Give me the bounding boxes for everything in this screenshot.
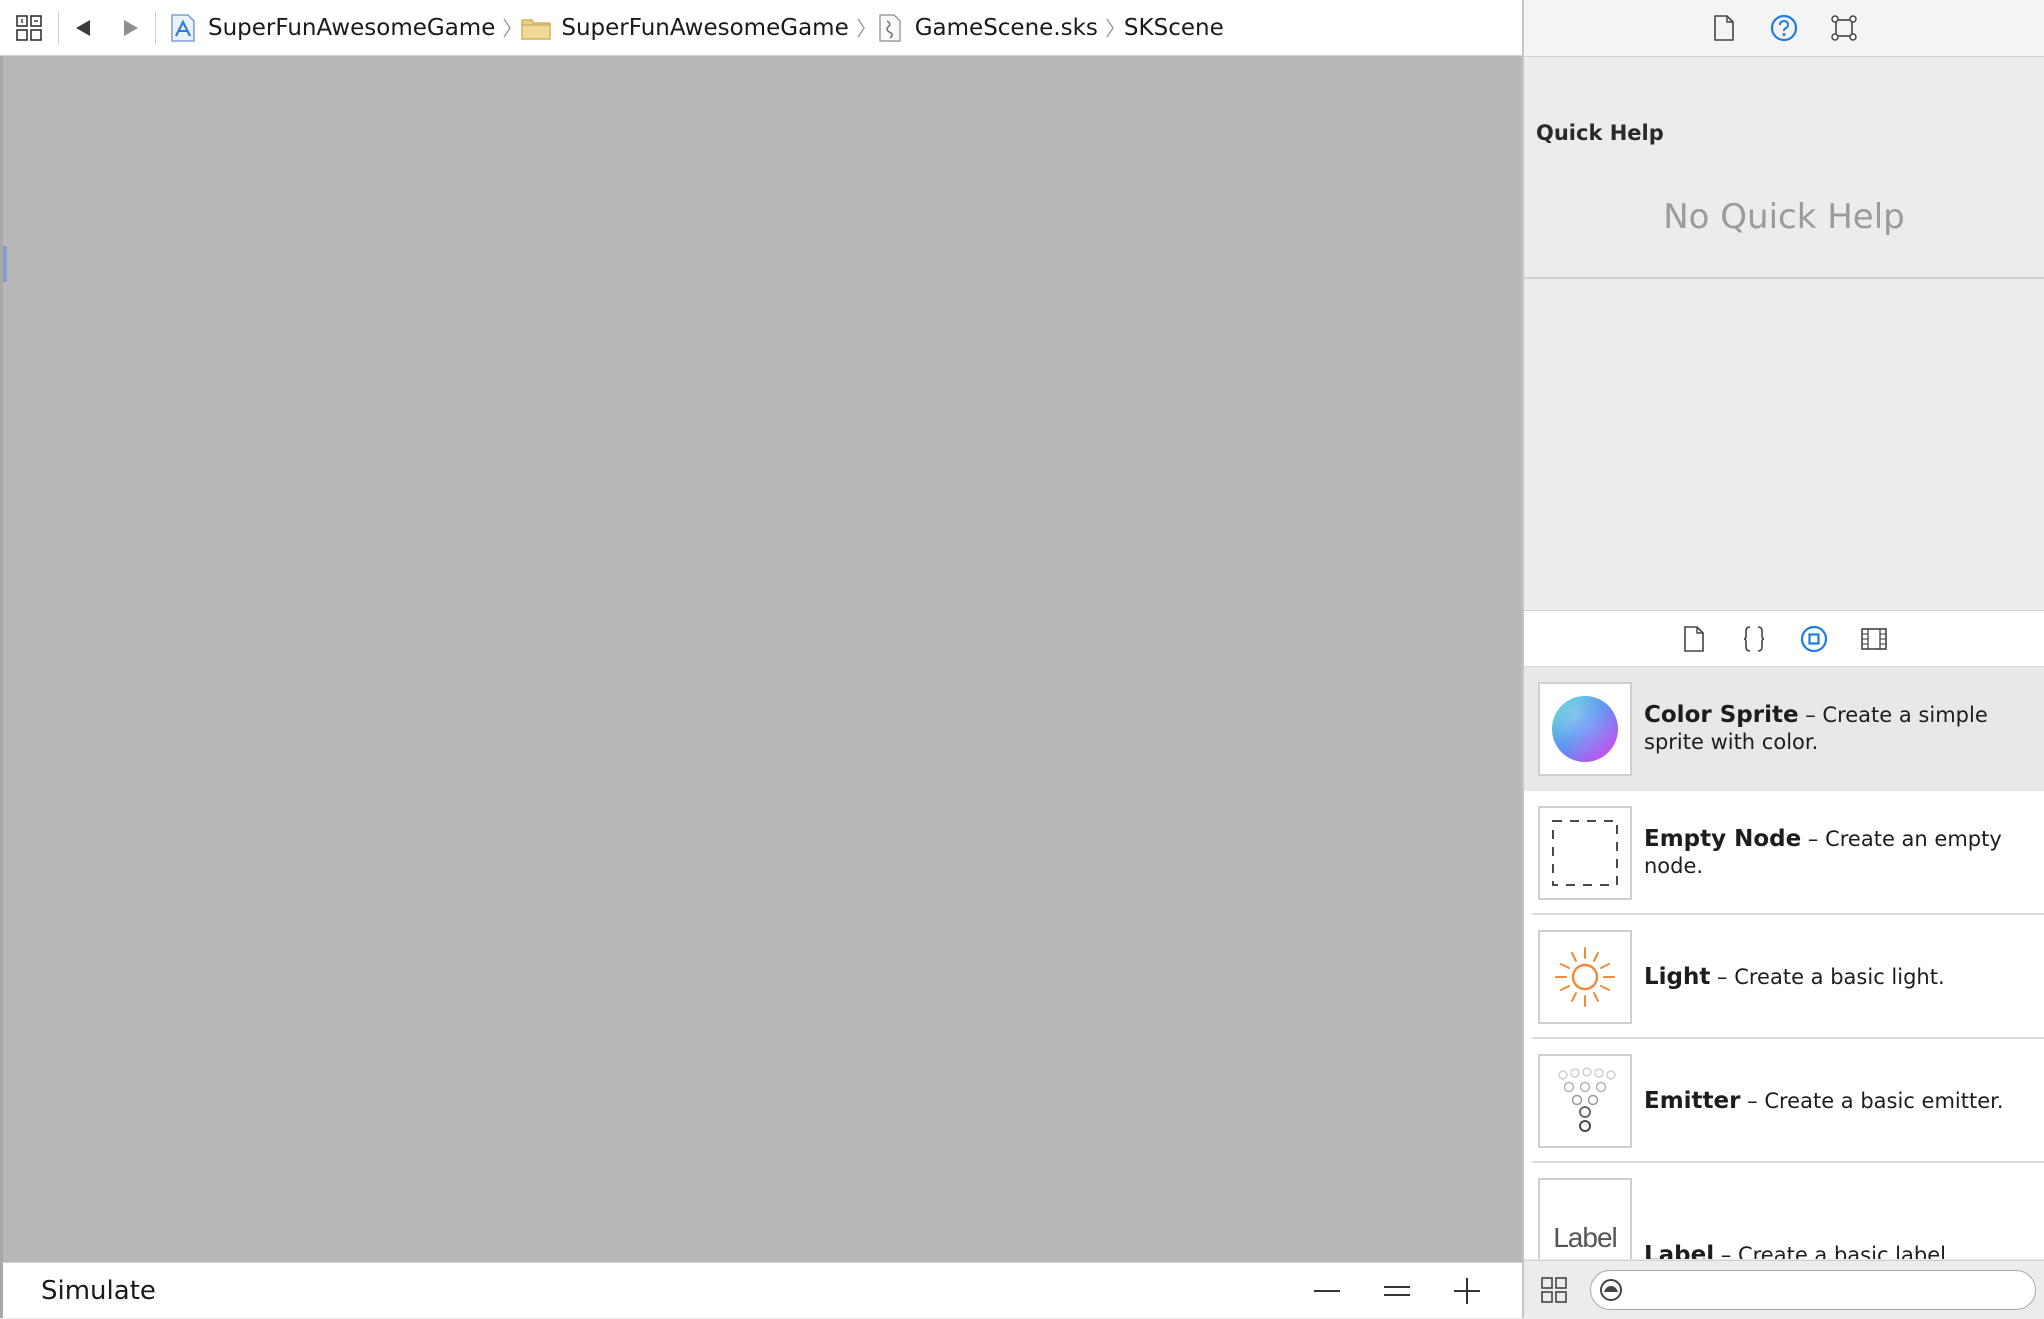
xcode-project-icon — [168, 13, 198, 43]
filter-icon — [1600, 1278, 1622, 1301]
quick-help-empty-message: No Quick Help — [1663, 197, 1905, 237]
back-button[interactable] — [59, 0, 107, 56]
library-item-text: Light – Create a basic light. — [1644, 964, 1975, 991]
file-inspector-button[interactable] — [1710, 14, 1738, 42]
chevron-right-icon — [1106, 17, 1114, 39]
scene-canvas[interactable] — [0, 56, 1522, 1262]
breadcrumb-project[interactable]: SuperFunAwesomeGame — [168, 0, 521, 56]
library-item-label[interactable]: Label Label – Create a basic label. — [1524, 1163, 2044, 1259]
inspector-selector-bar — [1524, 0, 2044, 57]
color-sprite-icon — [1552, 696, 1618, 762]
library-item-text: Empty Node – Create an empty node. — [1644, 826, 2044, 880]
object-library-list: Color Sprite – Create a simple sprite wi… — [1524, 667, 2044, 1259]
back-arrow-icon — [76, 19, 90, 36]
color-sprite-thumbnail — [1538, 682, 1632, 776]
chevron-right-icon — [857, 17, 865, 39]
quick-help-inspector-button[interactable] — [1770, 14, 1798, 42]
utilities-panel: Quick Help No Quick Help Color Sprite – … — [1524, 0, 2044, 1318]
breadcrumb-label: SKScene — [1123, 14, 1224, 41]
zoom-controls — [1292, 1263, 1502, 1319]
object-library-icon — [1800, 625, 1828, 652]
related-items-grid-icon — [16, 14, 42, 41]
code-snippet-library-tab[interactable] — [1740, 625, 1768, 653]
library-item-name: Emitter — [1644, 1087, 1741, 1114]
library-item-color-sprite[interactable]: Color Sprite – Create a simple sprite wi… — [1524, 667, 2044, 791]
light-thumbnail — [1538, 930, 1632, 1024]
related-items-button[interactable] — [0, 0, 58, 56]
emitter-thumbnail — [1538, 1054, 1632, 1148]
zoom-out-button[interactable] — [1292, 1263, 1362, 1319]
quick-help-title: Quick Help — [1536, 121, 1664, 145]
library-item-emitter[interactable]: Emitter – Create a basic emitter. — [1524, 1039, 2044, 1163]
file-icon — [1714, 15, 1734, 41]
library-item-description: – Create a basic emitter. — [1740, 1088, 2004, 1113]
breadcrumb-group[interactable]: SuperFunAwesomeGame — [521, 0, 874, 56]
breadcrumb-label: SuperFunAwesomeGame — [208, 14, 496, 41]
library-selector-bar — [1524, 611, 2044, 667]
light-icon — [1555, 947, 1615, 1007]
file-template-icon — [1684, 625, 1704, 652]
jump-bar: SuperFunAwesomeGame SuperFunAwesomeGame — [0, 0, 1522, 56]
media-library-tab[interactable] — [1860, 625, 1888, 653]
media-film-icon — [1861, 627, 1887, 650]
help-circle-icon — [1770, 14, 1798, 42]
library-item-empty-node[interactable]: Empty Node – Create an empty node. — [1524, 791, 2044, 915]
object-library-tab[interactable] — [1800, 625, 1828, 653]
scene-editor: SuperFunAwesomeGame SuperFunAwesomeGame — [0, 0, 1524, 1318]
toolbar-separator — [155, 10, 156, 45]
library-view-mode-button[interactable] — [1528, 1276, 1580, 1303]
node-inspector-button[interactable] — [1830, 14, 1858, 42]
library-item-text: Emitter – Create a basic emitter. — [1644, 1088, 2034, 1115]
empty-node-thumbnail — [1538, 806, 1632, 900]
grid-view-icon — [1541, 1276, 1567, 1303]
library-item-description: – Create a basic light. — [1710, 964, 1945, 989]
curly-braces-icon — [1743, 625, 1765, 652]
simulate-button[interactable]: Simulate — [41, 1276, 156, 1306]
folder-icon — [521, 13, 551, 43]
breadcrumb-scene[interactable]: SKScene — [1124, 0, 1224, 56]
library-item-name: Light — [1644, 963, 1711, 990]
library-filter-bar — [1524, 1260, 2044, 1318]
library-item-text: Label – Create a basic label. — [1644, 1242, 1983, 1259]
breadcrumb-file[interactable]: GameScene.sks — [875, 0, 1124, 56]
label-thumbnail: Label — [1538, 1178, 1632, 1259]
node-inspector-icon — [1831, 15, 1857, 41]
library-item-description: – Create a basic label. — [1714, 1243, 1953, 1259]
library-filter-field[interactable] — [1590, 1269, 2036, 1310]
zoom-actual-size-button[interactable] — [1362, 1263, 1432, 1319]
zoom-in-button[interactable] — [1432, 1263, 1502, 1319]
equals-icon — [1384, 1285, 1410, 1296]
inspector-empty-area — [1524, 279, 2044, 611]
editor-bottom-bar: Simulate — [0, 1262, 1522, 1318]
file-template-library-tab[interactable] — [1680, 625, 1708, 653]
library-item-name: Label — [1644, 1242, 1715, 1259]
empty-node-icon — [1552, 820, 1618, 886]
quick-help-pane: Quick Help No Quick Help — [1524, 57, 2044, 279]
plus-icon — [1454, 1277, 1480, 1304]
emitter-icon — [1558, 1067, 1616, 1132]
minus-icon — [1314, 1289, 1340, 1292]
sks-file-icon — [875, 13, 905, 43]
library-filter-input[interactable] — [1631, 1271, 2035, 1308]
breadcrumb-label: GameScene.sks — [914, 14, 1098, 41]
library-item-text: Color Sprite – Create a simple sprite wi… — [1644, 702, 2044, 756]
forward-arrow-icon — [124, 19, 138, 36]
library-item-name: Color Sprite — [1644, 702, 1799, 728]
canvas-edge-marker — [3, 246, 7, 282]
library-item-light[interactable]: Light – Create a basic light. — [1524, 915, 2044, 1039]
chevron-right-icon — [503, 17, 512, 39]
label-icon: Label — [1553, 1222, 1618, 1253]
breadcrumb-label: SuperFunAwesomeGame — [561, 14, 849, 41]
forward-button[interactable] — [107, 0, 155, 56]
library-item-name: Empty Node — [1644, 826, 1802, 852]
